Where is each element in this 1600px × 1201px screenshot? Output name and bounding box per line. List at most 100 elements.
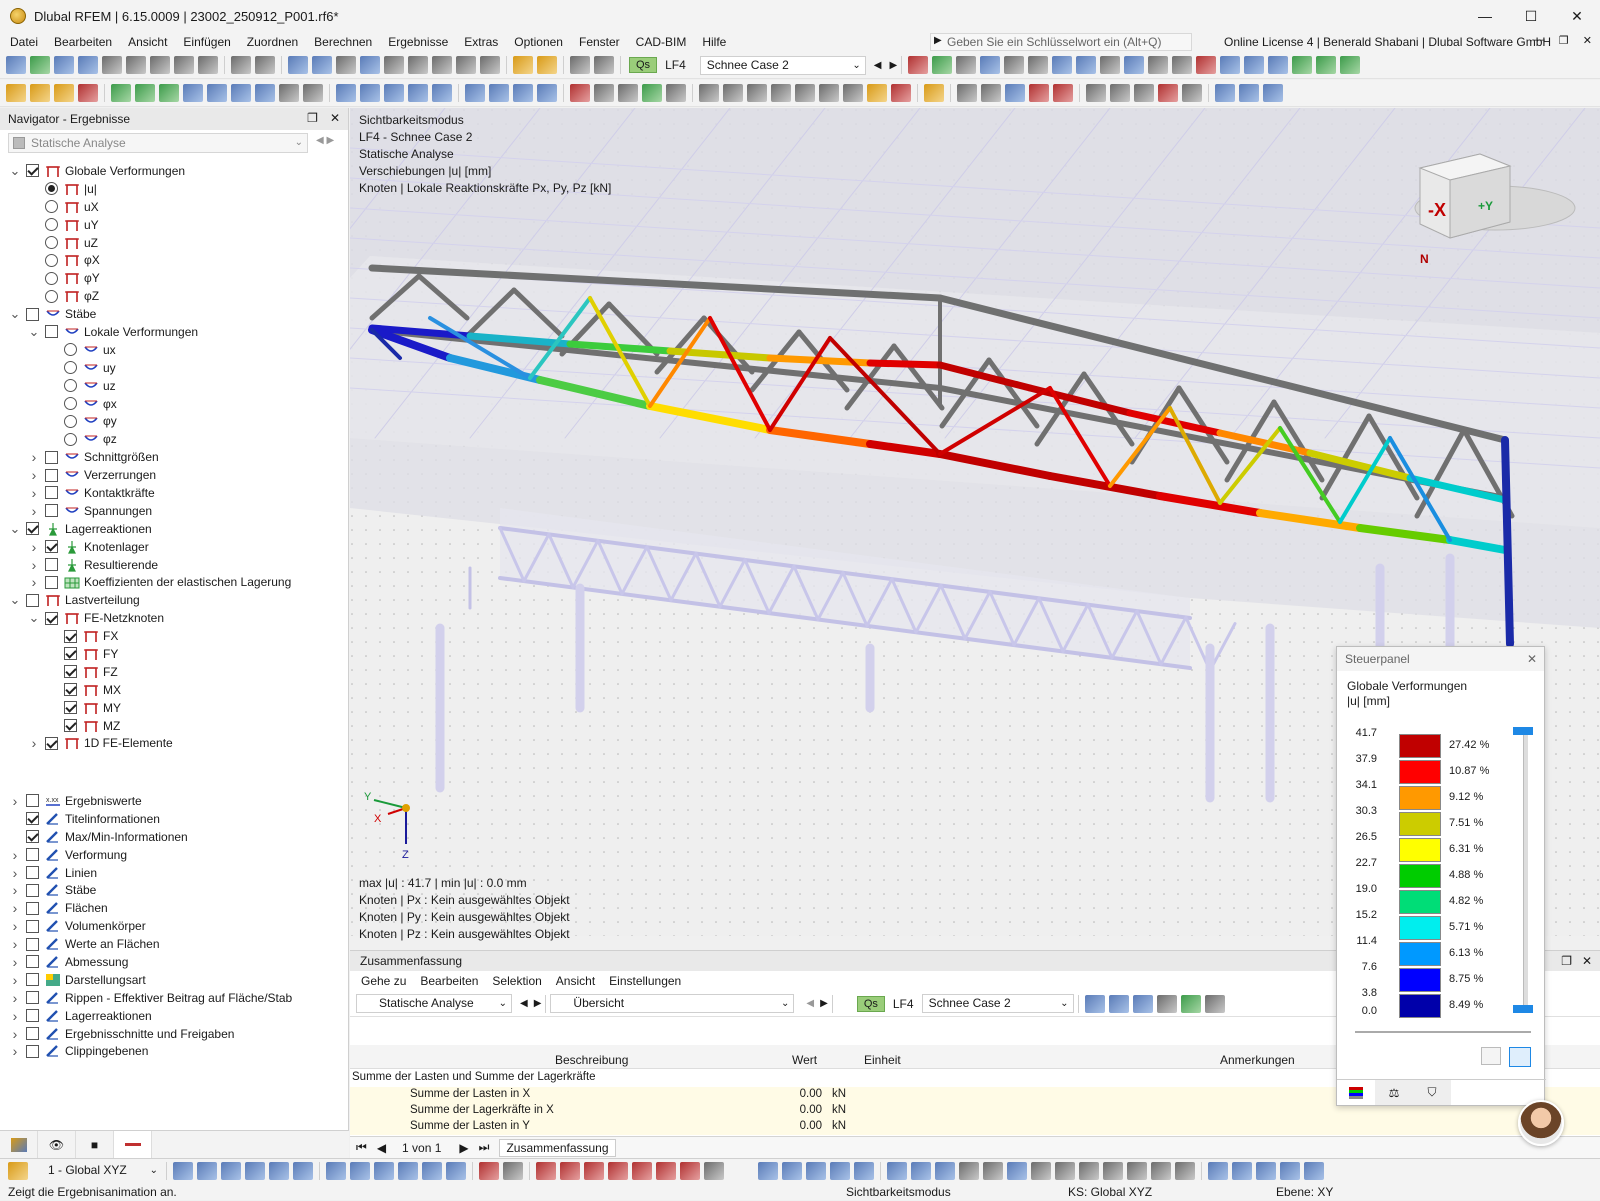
tree-item-1d-fe-elemente[interactable]: › 1D FE-Elemente <box>8 735 348 753</box>
menu-optionen[interactable]: Optionen <box>506 35 571 49</box>
calculate-icon[interactable] <box>513 56 533 74</box>
axis-z-icon[interactable] <box>1340 56 1361 74</box>
snap-pen-icon[interactable] <box>1175 1162 1195 1180</box>
color-scale-icon[interactable] <box>924 84 944 102</box>
device-icon[interactable] <box>456 56 476 74</box>
results-values-icon[interactable] <box>594 56 614 74</box>
tree-item-spannungen[interactable]: › Spannungen <box>8 502 348 520</box>
tab-scale[interactable]: ⚖ <box>1375 1080 1413 1105</box>
st-tool-21-icon[interactable] <box>680 1162 700 1180</box>
st-tool-20-icon[interactable] <box>656 1162 676 1180</box>
new-model-icon[interactable] <box>30 56 50 74</box>
tree-item-ergebnisschnitte-und-freigaben[interactable]: › Ergebnisschnitte und Freigaben <box>8 1025 348 1043</box>
close-panel-icon[interactable]: ✕ <box>330 111 340 125</box>
result-filter-icon[interactable] <box>908 56 929 74</box>
last-page-icon[interactable]: ⏭ <box>479 1140 490 1155</box>
snap-circle-2-icon[interactable] <box>1103 1162 1123 1180</box>
angle-icon[interactable] <box>1110 84 1130 102</box>
new-surface-icon[interactable] <box>183 84 203 102</box>
st-tool-25-icon[interactable] <box>806 1162 826 1180</box>
tree-item-stäbe[interactable]: › Stäbe <box>8 881 348 899</box>
checkbox[interactable] <box>26 593 39 607</box>
summary-pin-icon[interactable]: ❐ <box>1561 951 1572 971</box>
summary-menu-ansicht[interactable]: Ansicht <box>549 974 602 988</box>
prev-arrow-icon[interactable]: ◀ <box>806 998 814 1009</box>
calculate-all-icon[interactable] <box>537 56 557 74</box>
radio-button[interactable] <box>45 236 58 249</box>
checkbox[interactable] <box>26 522 39 536</box>
snap-x-icon[interactable] <box>983 1162 1003 1180</box>
snap-ortho-icon[interactable] <box>887 1162 907 1180</box>
triangle-icon[interactable] <box>1134 84 1154 102</box>
summary-analysis-select[interactable]: Statische Analyse ⌄ <box>356 994 512 1013</box>
summary-menu-einstellungen[interactable]: Einstellungen <box>602 974 688 988</box>
new-node-icon[interactable] <box>6 84 26 102</box>
chevron-right-icon[interactable]: › <box>27 539 41 555</box>
prev-arrow-icon[interactable]: ◀ <box>520 998 528 1009</box>
iso-view-icon[interactable] <box>1220 56 1241 74</box>
tab-legend[interactable] <box>1337 1080 1375 1105</box>
st-tool-15-icon[interactable] <box>536 1162 556 1180</box>
st-tool-6-icon[interactable] <box>293 1162 313 1180</box>
new-dimension-icon[interactable] <box>279 84 299 102</box>
summary-view-select[interactable]: Übersicht ⌄ <box>550 994 795 1013</box>
tree-item-z[interactable]: φZ <box>8 287 348 305</box>
tree-item-darstellungsart[interactable]: › Darstellungsart <box>8 971 348 989</box>
summary-menu-gehe-zu[interactable]: Gehe zu <box>354 974 413 988</box>
scale-icon[interactable] <box>432 84 452 102</box>
tree-item-volumenkörper[interactable]: › Volumenkörper <box>8 917 348 935</box>
checkbox[interactable] <box>64 719 77 733</box>
online-services-icon[interactable] <box>54 56 74 74</box>
menu-fenster[interactable]: Fenster <box>571 35 628 49</box>
radio-button[interactable] <box>64 414 77 428</box>
report-list-icon[interactable] <box>198 56 218 74</box>
chevron-down-icon[interactable]: ⌄ <box>8 164 22 177</box>
tab-results[interactable] <box>114 1131 152 1158</box>
chevron-down-icon[interactable]: ⌄ <box>8 307 22 320</box>
checkbox[interactable] <box>26 955 39 969</box>
result-nodes-icon[interactable] <box>932 56 953 74</box>
control-panel-close-icon[interactable]: ✕ <box>1524 647 1540 671</box>
checkbox[interactable] <box>26 973 39 987</box>
section-view-icon[interactable] <box>594 84 614 102</box>
layer-3-icon[interactable] <box>1263 84 1283 102</box>
next-loadcase-icon[interactable]: ▶ <box>889 60 897 71</box>
chevron-right-icon[interactable]: › <box>27 485 41 501</box>
chevron-right-icon[interactable]: › <box>8 936 22 952</box>
st-tool-3-icon[interactable] <box>221 1162 241 1180</box>
tree-item-linien[interactable]: › Linien <box>8 864 348 882</box>
checkbox[interactable] <box>45 540 58 554</box>
animation-icon[interactable] <box>1028 56 1049 74</box>
select-icon[interactable] <box>465 84 485 102</box>
new-member-icon[interactable] <box>111 84 131 102</box>
new-solid-icon[interactable] <box>231 84 251 102</box>
next-arrow-icon[interactable]: ▶ <box>534 998 542 1009</box>
webservice-icon[interactable] <box>78 56 98 74</box>
assistant-avatar[interactable] <box>1518 1100 1564 1146</box>
st-tool-9-icon[interactable] <box>374 1162 394 1180</box>
layer-stack-icon[interactable] <box>1215 84 1235 102</box>
chevron-right-icon[interactable]: › <box>8 918 22 934</box>
chevron-right-icon[interactable]: › <box>8 793 22 809</box>
delete-icon[interactable] <box>1196 56 1217 74</box>
chevron-right-icon[interactable]: › <box>8 865 22 881</box>
checkbox[interactable] <box>26 307 39 321</box>
checkbox[interactable] <box>26 830 39 844</box>
checkbox[interactable] <box>64 647 77 661</box>
checkbox[interactable] <box>26 937 39 951</box>
deform-icon[interactable] <box>1100 56 1121 74</box>
checkbox[interactable] <box>45 575 58 589</box>
measure-icon[interactable] <box>1172 56 1193 74</box>
snap-magnet-toggle-icon[interactable] <box>935 1162 955 1180</box>
chevron-right-icon[interactable]: › <box>27 557 41 573</box>
tree-item-stäbe[interactable]: ⌄ Stäbe <box>8 305 348 323</box>
visibility-icon[interactable] <box>980 56 1001 74</box>
st-tool-4-icon[interactable] <box>245 1162 265 1180</box>
st-tool-7-icon[interactable] <box>326 1162 346 1180</box>
chain-icon[interactable] <box>1086 84 1106 102</box>
st-tool-24-icon[interactable] <box>782 1162 802 1180</box>
new-set-icon[interactable] <box>255 84 275 102</box>
radio-button[interactable] <box>45 271 58 285</box>
st-tool-18-icon[interactable] <box>608 1162 628 1180</box>
menu-zuordnen[interactable]: Zuordnen <box>239 35 306 49</box>
